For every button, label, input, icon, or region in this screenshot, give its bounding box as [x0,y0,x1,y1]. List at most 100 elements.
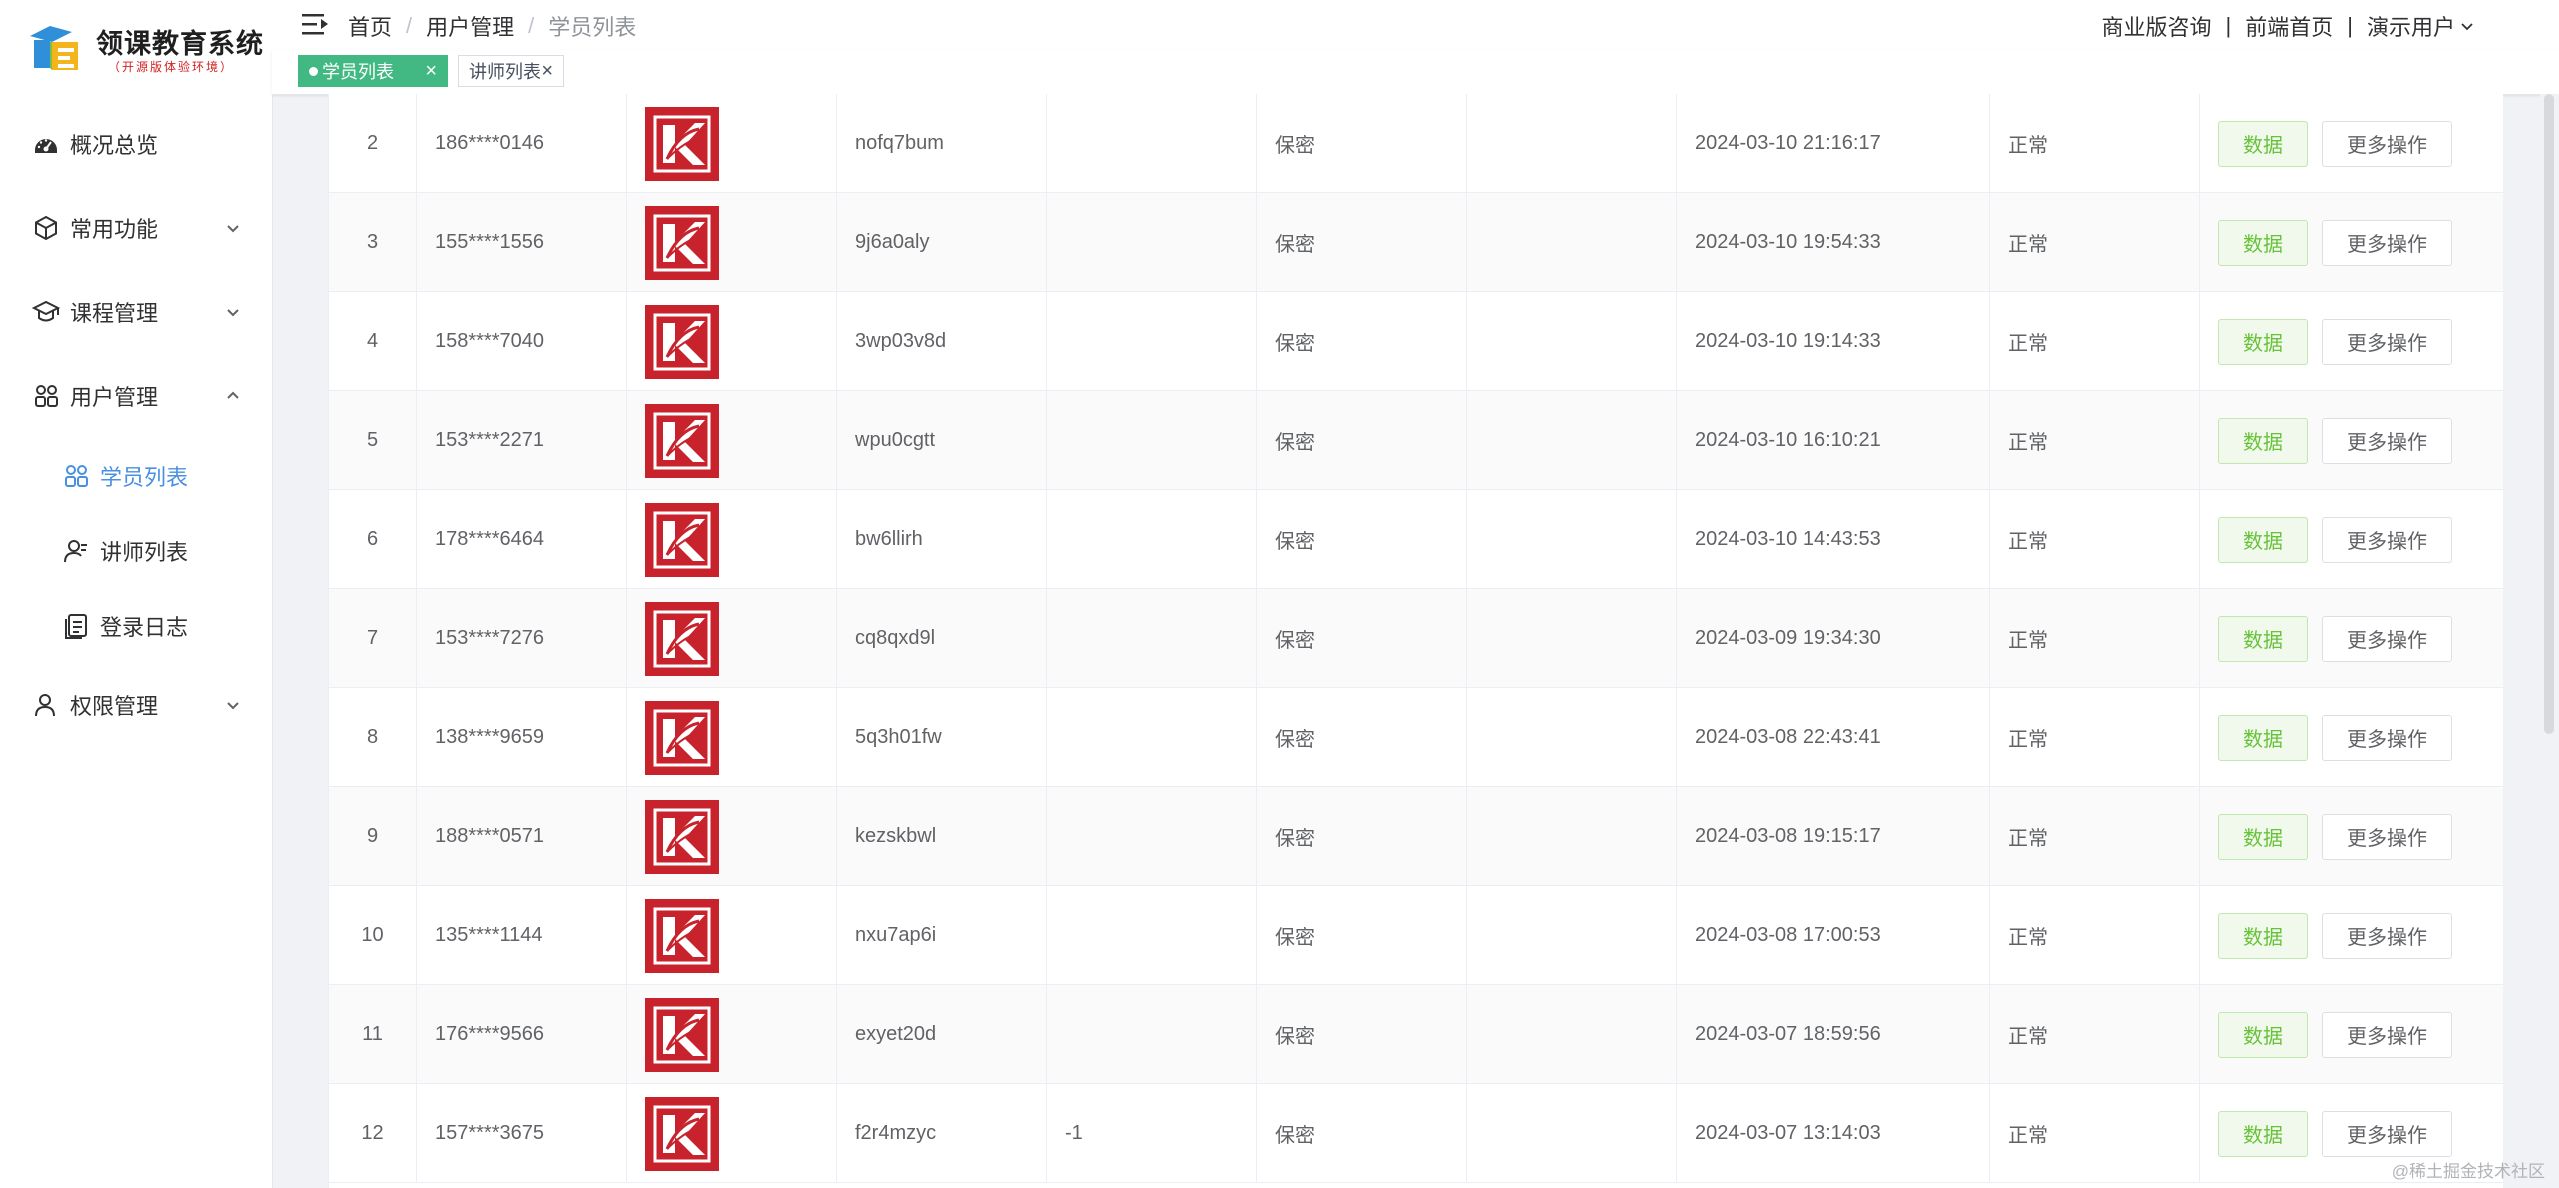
cell-actions: 数据 更多操作 [2200,787,2503,886]
data-button[interactable]: 数据 [2218,417,2308,464]
data-button[interactable]: 数据 [2218,813,2308,860]
data-button[interactable]: 数据 [2218,1011,2308,1058]
breadcrumb-home[interactable]: 首页 [348,10,392,42]
breadcrumb: 首页 / 用户管理 / 学员列表 [348,10,636,42]
sidebar-item-course[interactable]: 课程管理 [0,270,272,354]
cell-phone: 138****9659 [417,688,627,787]
breadcrumb-separator: / [406,13,413,38]
sidebar-subitem-students[interactable]: 学员列表 [0,438,272,513]
sidebar-subitem-teachers[interactable]: 讲师列表 [0,513,272,588]
data-button[interactable]: 数据 [2218,516,2308,563]
data-button[interactable]: 数据 [2218,219,2308,266]
dashboard-icon [35,139,57,153]
cell-nickname: 5q3h01fw [837,688,1047,787]
cell-empty [1467,94,1677,193]
cell-gender: 保密 [1257,688,1467,787]
more-actions-button[interactable]: 更多操作 [2322,219,2452,266]
more-actions-button[interactable]: 更多操作 [2322,912,2452,959]
more-actions-button[interactable]: 更多操作 [2322,516,2452,563]
cell-avatar [627,688,837,787]
avatar [645,700,719,775]
cell-phone: 178****6464 [417,490,627,589]
sidebar-item-users[interactable]: 用户管理 [0,354,272,438]
cell-status: 正常 [1990,985,2200,1084]
cell-avatar [627,193,837,292]
cell-register-time: 2024-03-07 13:14:03 [1677,1084,1990,1183]
avatar [645,304,719,379]
cell-extra [1047,787,1257,886]
cell-nickname: 9j6a0aly [837,193,1047,292]
cell-nickname: nxu7ap6i [837,886,1047,985]
cell-gender: 保密 [1257,589,1467,688]
tag-teachers[interactable]: 讲师列表 × [458,55,564,87]
table-row: 7 153****7276 cq8qxd9l 保密 2024-03-09 19:… [329,589,2503,688]
breadcrumb-current: 学员列表 [548,15,637,40]
cell-index: 6 [329,490,417,589]
close-icon[interactable]: × [425,61,437,81]
cell-avatar [627,292,837,391]
avatar [645,1096,719,1171]
data-button[interactable]: 数据 [2218,714,2308,761]
cell-register-time: 2024-03-10 21:16:17 [1677,94,1990,193]
more-actions-button[interactable]: 更多操作 [2322,120,2452,167]
more-actions-button[interactable]: 更多操作 [2322,615,2452,662]
avatar [645,403,719,478]
breadcrumb-user-management[interactable]: 用户管理 [426,10,514,42]
cell-index: 9 [329,787,417,886]
cell-actions: 数据 更多操作 [2200,292,2503,391]
sidebar-item-label: 用户管理 [70,385,159,410]
more-actions-button[interactable]: 更多操作 [2322,417,2452,464]
cell-extra [1047,886,1257,985]
more-actions-button[interactable]: 更多操作 [2322,318,2452,365]
avatar [645,898,719,973]
cell-actions: 数据 更多操作 [2200,688,2503,787]
header-links: 商业版咨询 | 前端首页 | 演示用户 [2102,10,2475,42]
user-menu[interactable]: 演示用户 [2367,10,2475,42]
cell-empty [1467,787,1677,886]
table-row: 2 186****0146 nofq7bum 保密 2024-03-10 21:… [329,94,2503,193]
sidebar-item-common[interactable]: 常用功能 [0,186,272,270]
cell-extra [1047,391,1257,490]
cell-index: 11 [329,985,417,1084]
logo[interactable]: 领课教育系统 （开源版体验环境） [28,18,263,78]
sidebar-item-label: 课程管理 [70,301,159,326]
user-lock-icon [35,694,55,717]
sidebar-item-permissions[interactable]: 权限管理 [0,663,272,747]
logo-mark-icon [30,26,78,70]
chevron-down-icon [227,309,239,317]
users-icon [35,385,58,407]
cell-register-time: 2024-03-10 16:10:21 [1677,391,1990,490]
more-actions-button[interactable]: 更多操作 [2322,1110,2452,1157]
cell-register-time: 2024-03-09 19:34:30 [1677,589,1990,688]
cell-extra [1047,94,1257,193]
sidebar-item-label: 权限管理 [70,694,159,719]
more-actions-button[interactable]: 更多操作 [2322,714,2452,761]
business-consult-link[interactable]: 商业版咨询 [2102,10,2212,42]
cell-nickname: cq8qxd9l [837,589,1047,688]
graduation-cap-icon [32,300,60,322]
students-icon [65,464,88,487]
table-row: 5 153****2271 wpu0cgtt 保密 2024-03-10 16:… [329,391,2503,490]
cell-index: 10 [329,886,417,985]
cell-register-time: 2024-03-08 19:15:17 [1677,787,1990,886]
scrollbar-thumb[interactable] [2544,94,2554,734]
vertical-scrollbar[interactable] [2540,94,2559,1188]
data-button[interactable]: 数据 [2218,318,2308,365]
hamburger-menu-icon[interactable] [302,12,328,36]
avatar [645,502,719,577]
more-actions-button[interactable]: 更多操作 [2322,813,2452,860]
table-row: 4 158****7040 3wp03v8d 保密 2024-03-10 19:… [329,292,2503,391]
close-icon[interactable]: × [541,61,553,81]
data-button[interactable]: 数据 [2218,615,2308,662]
data-button[interactable]: 数据 [2218,120,2308,167]
more-actions-button[interactable]: 更多操作 [2322,1011,2452,1058]
data-button[interactable]: 数据 [2218,912,2308,959]
data-button[interactable]: 数据 [2218,1110,2308,1157]
sidebar-subitem-login-log[interactable]: 登录日志 [0,588,272,663]
frontend-home-link[interactable]: 前端首页 [2245,10,2333,42]
table-row: 8 138****9659 5q3h01fw 保密 2024-03-08 22:… [329,688,2503,787]
cell-status: 正常 [1990,490,2200,589]
sidebar-item-overview[interactable]: 概况总览 [0,102,272,186]
tag-students[interactable]: 学员列表 × [298,55,448,87]
cell-nickname: 3wp03v8d [837,292,1047,391]
